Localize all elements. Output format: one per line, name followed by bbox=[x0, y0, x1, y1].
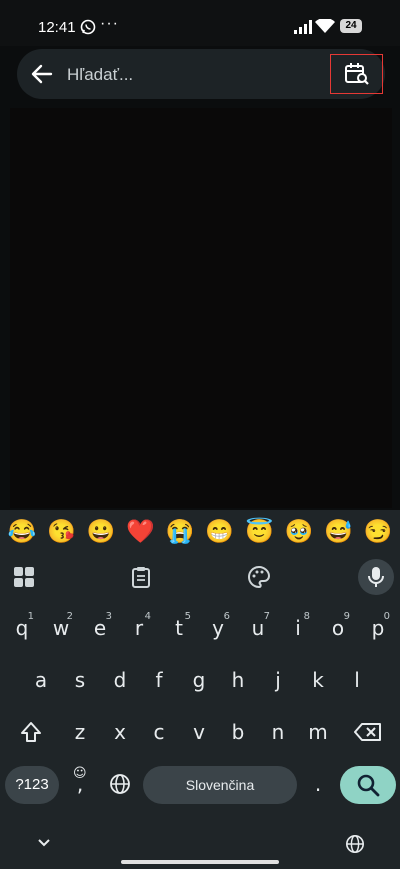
key-j[interactable]: j bbox=[260, 658, 296, 702]
palette-icon[interactable] bbox=[248, 566, 270, 588]
shift-icon bbox=[21, 722, 41, 742]
emoji-suggestion[interactable]: 😁 bbox=[205, 518, 235, 545]
keyboard-toolbar bbox=[0, 552, 400, 600]
backspace-key[interactable] bbox=[344, 710, 392, 754]
symbols-key[interactable]: ?123 bbox=[5, 766, 59, 804]
emoji-suggestion[interactable]: 😂 bbox=[7, 518, 37, 545]
key-w[interactable]: 2w bbox=[43, 606, 79, 650]
emoji-suggestion[interactable]: ❤️ bbox=[126, 518, 156, 545]
globe-icon[interactable] bbox=[345, 834, 365, 854]
emoji-suggestion[interactable]: 😀 bbox=[86, 518, 116, 545]
keyboard: 1q 2w 3e 4r 5t 6y 7u 8i 9o 0p a s d f g … bbox=[0, 552, 400, 869]
search-enter-button[interactable] bbox=[340, 766, 396, 804]
whatsapp-icon bbox=[80, 19, 96, 35]
calendar-search-icon bbox=[344, 63, 369, 85]
comma-emoji-key[interactable]: ☺ , bbox=[62, 762, 98, 806]
more-notifications-icon: ··· bbox=[100, 15, 119, 32]
search-icon bbox=[357, 774, 380, 797]
key-x[interactable]: x bbox=[102, 710, 138, 754]
shift-key[interactable] bbox=[8, 710, 54, 754]
search-by-date-button[interactable] bbox=[330, 54, 383, 94]
key-n[interactable]: n bbox=[260, 710, 296, 754]
key-e[interactable]: 3e bbox=[82, 606, 118, 650]
period-key[interactable]: . bbox=[300, 762, 336, 806]
key-q[interactable]: 1q bbox=[4, 606, 40, 650]
key-b[interactable]: b bbox=[220, 710, 256, 754]
key-m[interactable]: m bbox=[300, 710, 336, 754]
key-c[interactable]: c bbox=[141, 710, 177, 754]
chat-area bbox=[10, 108, 392, 508]
battery-icon: 24 bbox=[340, 19, 362, 33]
navigation-bar bbox=[0, 820, 400, 869]
key-k[interactable]: k bbox=[300, 658, 336, 702]
space-bar[interactable]: Slovenčina bbox=[143, 766, 297, 804]
search-input[interactable] bbox=[65, 63, 319, 87]
key-f[interactable]: f bbox=[141, 658, 177, 702]
key-r[interactable]: 4r bbox=[121, 606, 157, 650]
emoji-suggestion-row: 😂 😘 😀 ❤️ 😭 😁 😇 🥹 😅 😏 bbox=[0, 510, 400, 552]
emoji-suggestion[interactable]: 😘 bbox=[47, 518, 77, 545]
key-u[interactable]: 7u bbox=[240, 606, 276, 650]
key-a[interactable]: a bbox=[23, 658, 59, 702]
search-bar bbox=[17, 49, 385, 99]
hide-keyboard-chevron-icon[interactable] bbox=[37, 838, 51, 848]
key-o[interactable]: 9o bbox=[320, 606, 356, 650]
key-g[interactable]: g bbox=[181, 658, 217, 702]
key-z[interactable]: z bbox=[62, 710, 98, 754]
key-s[interactable]: s bbox=[62, 658, 98, 702]
key-v[interactable]: v bbox=[181, 710, 217, 754]
emoji-suggestion[interactable]: 😅 bbox=[323, 518, 353, 545]
back-arrow-icon[interactable] bbox=[31, 63, 53, 85]
key-p[interactable]: 0p bbox=[360, 606, 396, 650]
backspace-icon bbox=[354, 723, 381, 741]
emoji-suggestion[interactable]: 😭 bbox=[165, 518, 195, 545]
microphone-icon bbox=[368, 567, 384, 587]
wifi-icon bbox=[315, 19, 335, 33]
signal-icon bbox=[294, 20, 312, 34]
voice-input-button[interactable] bbox=[358, 559, 394, 595]
emoji-suggestion[interactable]: 😏 bbox=[363, 518, 393, 545]
apps-grid-icon[interactable] bbox=[13, 566, 35, 588]
status-bar: 12:41 ··· 24 bbox=[0, 0, 400, 46]
key-t[interactable]: 5t bbox=[161, 606, 197, 650]
key-d[interactable]: d bbox=[102, 658, 138, 702]
language-key[interactable] bbox=[102, 762, 138, 806]
status-time: 12:41 bbox=[38, 19, 76, 36]
key-y[interactable]: 6y bbox=[200, 606, 236, 650]
clipboard-icon[interactable] bbox=[131, 566, 151, 588]
key-l[interactable]: l bbox=[339, 658, 375, 702]
emoji-small-icon: ☺ bbox=[73, 766, 87, 781]
home-indicator[interactable] bbox=[121, 860, 279, 864]
emoji-suggestion[interactable]: 😇 bbox=[244, 518, 274, 545]
key-h[interactable]: h bbox=[220, 658, 256, 702]
globe-icon bbox=[110, 774, 130, 794]
emoji-suggestion[interactable]: 🥹 bbox=[284, 518, 314, 545]
key-i[interactable]: 8i bbox=[280, 606, 316, 650]
